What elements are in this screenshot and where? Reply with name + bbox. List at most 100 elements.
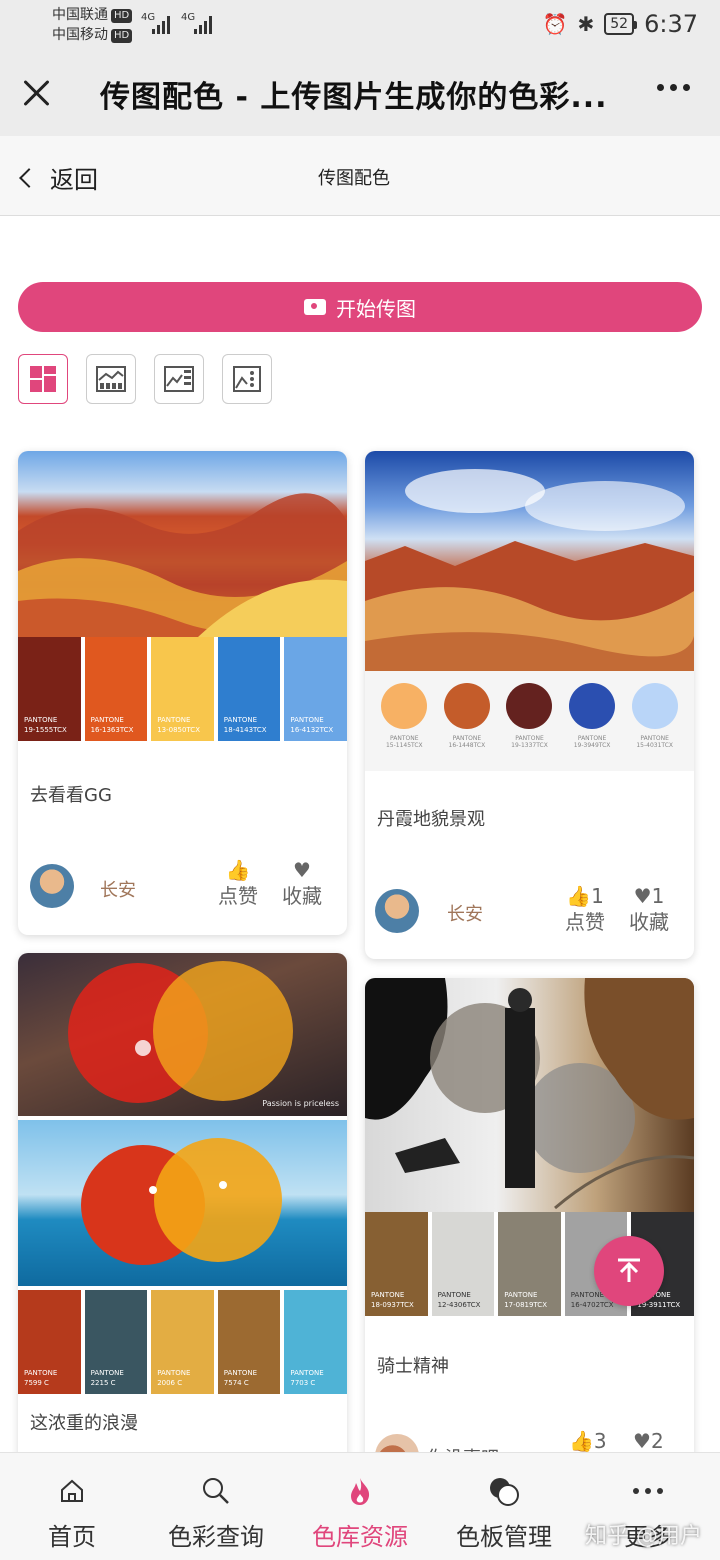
palette-card[interactable]: PANTONE 19-1555TCX PANTONE 16-1363TCX PANTON… <box>18 451 347 935</box>
swatch-pantone-label: PANTONE <box>90 716 124 724</box>
tab-home[interactable]: 首页 <box>0 1453 144 1552</box>
card-image: Passion is priceless <box>18 953 347 1116</box>
page-nav-bar: 返回 传图配色 <box>0 136 720 216</box>
tab-palette-manage[interactable]: 色板管理 <box>432 1453 576 1552</box>
color-swatch[interactable]: PANTONE 16-4132TCX <box>284 637 347 741</box>
swatch-code: 16-1448TCX <box>448 742 486 749</box>
palette-card[interactable]: PANTONE 18-0937TCX PANTONE 12-4306TCX PANTON… <box>365 978 694 1473</box>
card-image <box>365 451 694 671</box>
color-swatch[interactable]: PANTONE 19-1337TCX <box>506 683 553 771</box>
color-swatch[interactable]: PANTONE 18-0937TCX <box>365 1212 428 1316</box>
window-title: 传图配色 - 上传图片生成你的色彩... <box>100 80 608 115</box>
more-menu-icon[interactable] <box>657 84 690 91</box>
color-swatch[interactable]: PANTONE 15-4031TCX <box>631 683 678 771</box>
like-button[interactable]: 👍 点赞 <box>218 857 258 909</box>
thumbs-up-icon: 👍 <box>225 858 251 882</box>
swatch-code: 7703 C <box>290 1379 316 1387</box>
username[interactable]: 长安 <box>100 876 136 902</box>
network-label-2: 4G <box>181 12 196 23</box>
swatch-code: 7574 C <box>223 1379 249 1387</box>
color-swatch[interactable]: PANTONE 2006 C <box>151 1290 214 1394</box>
color-swatch[interactable]: PANTONE 2215 C <box>84 1290 148 1394</box>
carrier-2: 中国移动 HD <box>52 26 133 44</box>
swatch-row: PANTONE 7599 C PANTONE 2215 C PANTONE 2006 CP… <box>18 1290 347 1394</box>
avatar[interactable] <box>375 889 419 933</box>
favorite-button[interactable]: ♥ 收藏 <box>282 857 322 909</box>
scroll-to-top-button[interactable] <box>594 1236 664 1306</box>
more-icon <box>633 1488 663 1494</box>
color-swatch[interactable]: PANTONE 18-4143TCX <box>217 637 281 741</box>
battery-icon: 52 <box>604 13 637 35</box>
swatch-pantone-label: PANTONE <box>390 735 419 742</box>
image-dots-icon <box>233 366 261 392</box>
card-title: 这浓重的浪漫 <box>30 1413 138 1434</box>
color-swatch[interactable]: PANTONE 17-0819TCX <box>498 1212 561 1316</box>
tab-color-library[interactable]: 色库资源 <box>288 1453 432 1552</box>
watermark: 知乎 @用户 <box>585 1524 702 1549</box>
swatch-row: PANTONE 19-1555TCX PANTONE 16-1363TCX PANTON… <box>18 637 347 741</box>
like-button[interactable]: 👍3 <box>569 1428 607 1454</box>
like-button[interactable]: 👍1 点赞 <box>565 883 605 935</box>
swatch-pantone-label: PANTONE <box>223 1369 258 1377</box>
color-swatch[interactable]: PANTONE 13-0850TCX <box>151 637 214 741</box>
swatch-code: 18-4143TCX <box>223 726 267 734</box>
heart-icon: ♥ <box>293 858 311 882</box>
palette-icon <box>490 1478 519 1506</box>
swatch-code: 19-1337TCX <box>511 742 548 749</box>
color-swatch[interactable]: PANTONE 16-1363TCX <box>84 637 148 741</box>
signal-icon <box>152 14 170 34</box>
balloon-art <box>68 961 293 1103</box>
palette-card[interactable]: Passion is priceless PANTONE 7599 C PANTON… <box>18 953 347 1473</box>
carrier-1: 中国联通 HD <box>52 6 133 24</box>
swatch-pantone-label: PANTONE <box>90 1369 124 1377</box>
swatch-code: 2215 C <box>90 1379 116 1387</box>
swatch-pantone-label: PANTONE <box>290 716 324 724</box>
swatch-pantone-label: PANTONE <box>640 735 669 742</box>
signal-icon-2 <box>194 14 212 34</box>
palette-card[interactable]: PANTONE 15-1145TCX PANTONE 16-1448TCX PANTON… <box>365 451 694 959</box>
swatch-pantone-label: PANTONE <box>515 735 544 742</box>
grid-layout-icon <box>30 366 56 392</box>
browser-title-bar: 传图配色 - 上传图片生成你的色彩... <box>0 50 720 136</box>
search-icon <box>203 1478 229 1504</box>
swatch-pantone-label: PANTONE <box>437 1291 471 1299</box>
start-upload-button[interactable]: 开始传图 <box>18 282 702 332</box>
color-swatch[interactable]: PANTONE 15-1145TCX <box>381 683 428 771</box>
swatch-code: 16-1363TCX <box>90 726 134 734</box>
thumbs-up-icon: 👍1 <box>566 884 604 908</box>
page-title: 传图配色 <box>318 168 390 189</box>
image-dots-view-button[interactable] <box>222 354 272 404</box>
heart-icon: ♥1 <box>633 884 665 908</box>
username[interactable]: 长安 <box>447 900 483 926</box>
arrow-up-icon <box>618 1258 640 1282</box>
image-bar-view-button[interactable] <box>86 354 136 404</box>
avatar[interactable] <box>30 864 74 908</box>
tab-color-search[interactable]: 色彩查询 <box>144 1453 288 1552</box>
swatch-pantone-label: PANTONE <box>24 716 58 724</box>
swatch-pantone-label: PANTONE <box>157 1369 191 1377</box>
swatch-pantone-label: PANTONE <box>371 1291 405 1299</box>
color-swatch[interactable]: PANTONE 19-3949TCX <box>569 683 616 771</box>
color-swatch[interactable]: PANTONE 7703 C <box>284 1290 347 1394</box>
card-title: 去看看GG <box>30 785 112 806</box>
parachute-art <box>81 1138 282 1265</box>
color-swatch[interactable]: PANTONE 19-1555TCX <box>18 637 81 741</box>
image-list-view-button[interactable] <box>154 354 204 404</box>
color-swatch[interactable]: PANTONE 16-1448TCX <box>443 683 490 771</box>
swatch-pantone-label: PANTONE <box>223 716 258 724</box>
image-list-icon <box>164 366 194 392</box>
favorite-button[interactable]: ♥2 <box>633 1428 664 1454</box>
color-swatch[interactable]: PANTONE 7574 C <box>217 1290 281 1394</box>
bluetooth-icon: ✱ <box>577 12 595 36</box>
close-icon[interactable] <box>22 78 52 108</box>
color-swatch[interactable]: PANTONE 12-4306TCX <box>431 1212 495 1316</box>
grid-view-button[interactable] <box>18 354 68 404</box>
card-image <box>365 978 694 1212</box>
camera-icon <box>304 299 326 315</box>
image-caption: Passion is priceless <box>262 1099 339 1108</box>
color-swatch[interactable]: PANTONE 7599 C <box>18 1290 81 1394</box>
swatch-pantone-label: PANTONE <box>577 735 607 742</box>
swatch-pantone-label: PANTONE <box>504 1291 538 1299</box>
swatch-code: 16-4132TCX <box>290 726 334 734</box>
favorite-button[interactable]: ♥1 收藏 <box>629 883 669 935</box>
